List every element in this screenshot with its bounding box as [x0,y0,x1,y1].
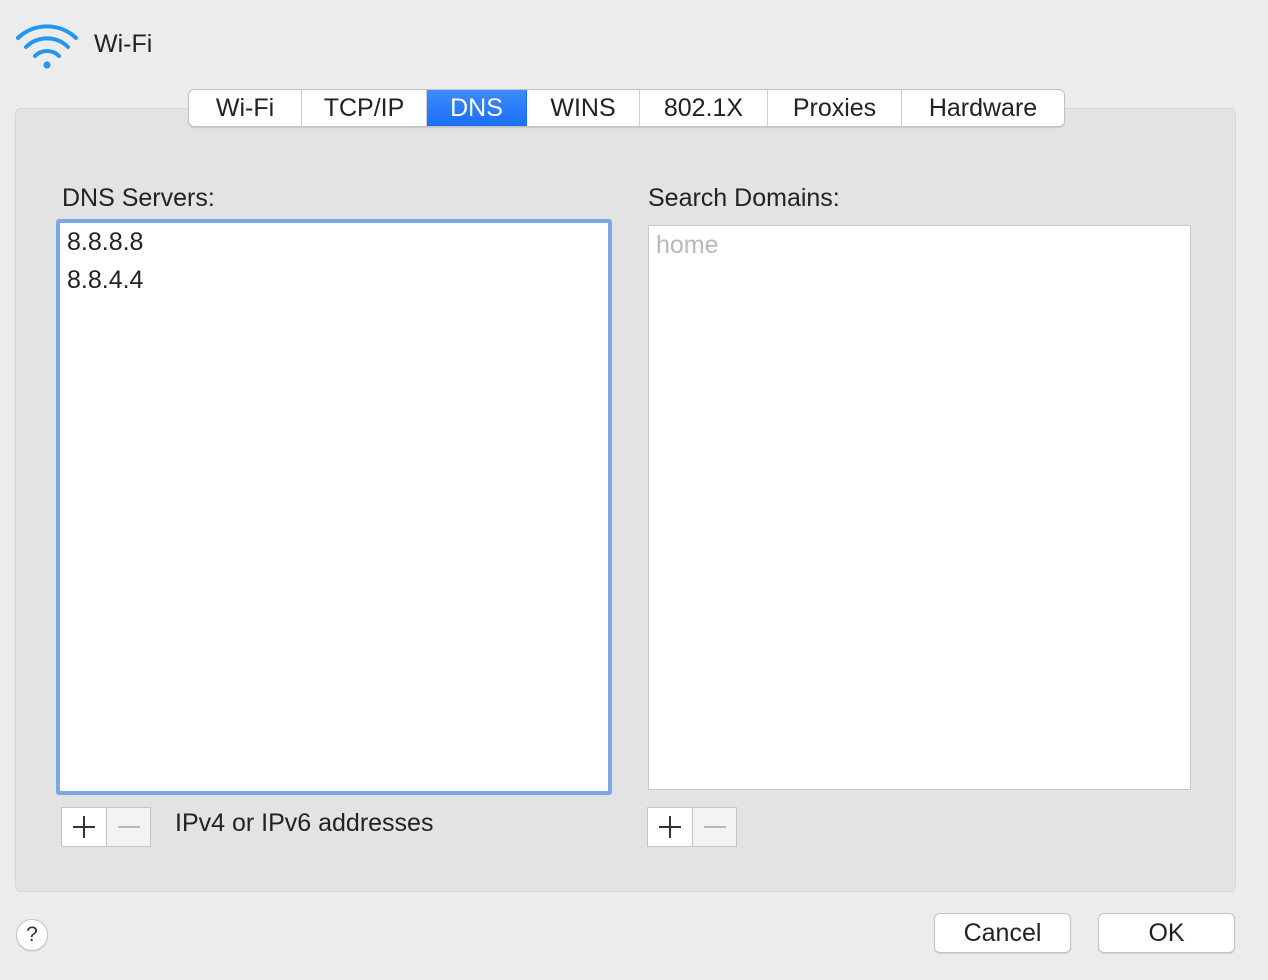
minus-icon [703,826,726,828]
network-dns-window: Wi-Fi Wi-Fi TCP/IP DNS WINS 802.1X Proxi… [0,0,1268,980]
search-domains-list[interactable]: home [648,225,1191,790]
dns-remove-button[interactable] [106,808,150,846]
minus-icon [117,826,140,828]
tab-8021x[interactable]: 802.1X [640,90,768,126]
tab-proxies[interactable]: Proxies [768,90,902,126]
search-remove-button[interactable] [692,808,736,846]
cancel-button[interactable]: Cancel [934,913,1071,953]
tab-wins[interactable]: WINS [527,90,640,126]
plus-icon [659,816,681,838]
dns-server-row[interactable]: 8.8.8.8 [60,223,608,261]
tab-tcpip[interactable]: TCP/IP [302,90,427,126]
help-button[interactable]: ? [16,919,48,951]
wifi-icon [16,24,78,69]
search-add-remove-control [647,807,737,847]
dns-server-row[interactable]: 8.8.4.4 [60,261,608,299]
tab-bar: Wi-Fi TCP/IP DNS WINS 802.1X Proxies Har… [188,89,1065,127]
tab-hardware[interactable]: Hardware [902,90,1064,126]
tab-dns[interactable]: DNS [427,90,527,126]
dns-address-hint: IPv4 or IPv6 addresses [175,809,434,837]
dns-add-remove-control [61,807,151,847]
dns-servers-list[interactable]: 8.8.8.8 8.8.4.4 [56,219,612,795]
search-add-button[interactable] [648,808,692,846]
window-title: Wi-Fi [94,29,153,58]
tab-wifi[interactable]: Wi-Fi [189,90,302,126]
search-domains-label: Search Domains: [648,184,840,212]
dns-servers-label: DNS Servers: [62,184,215,212]
plus-icon [73,816,95,838]
ok-button[interactable]: OK [1098,913,1235,953]
search-domains-placeholder: home [656,231,719,259]
window-header: Wi-Fi [14,20,152,72]
dns-add-button[interactable] [62,808,106,846]
